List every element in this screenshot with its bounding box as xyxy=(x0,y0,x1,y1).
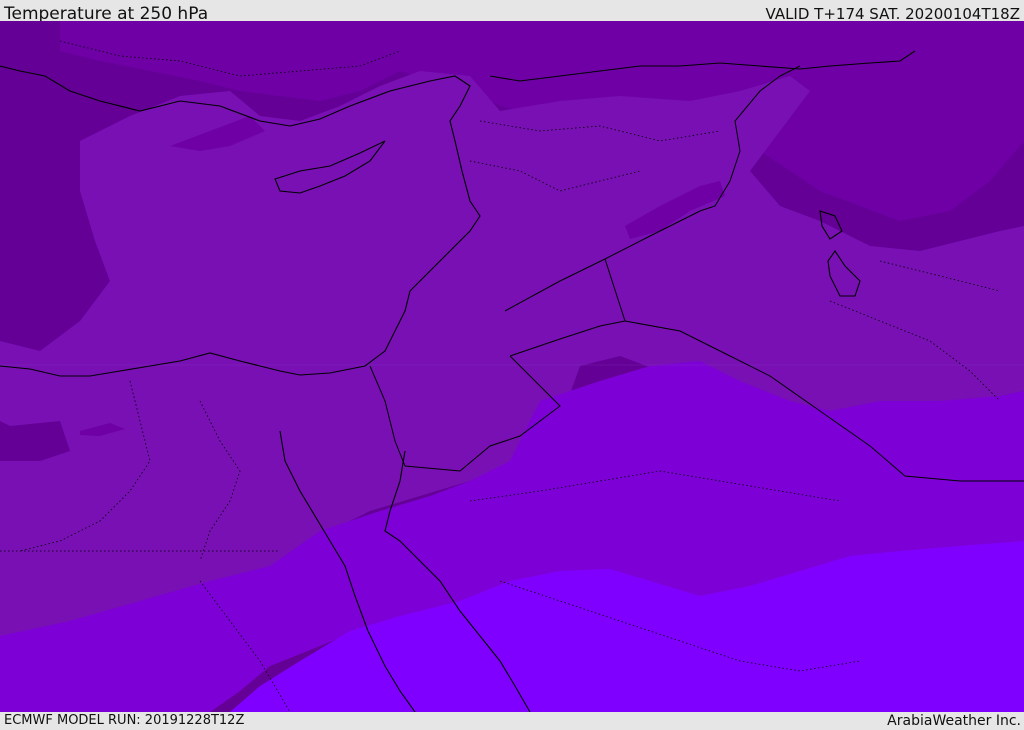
footer-bar: ECMWF MODEL RUN: 20191228T12Z ArabiaWeat… xyxy=(0,712,1024,729)
header-bar: Temperature at 250 hPa VALID T+174 SAT. … xyxy=(0,0,1024,24)
credit-label: ArabiaWeather Inc. xyxy=(887,713,1021,729)
model-run-label: ECMWF MODEL RUN: 20191228T12Z xyxy=(4,713,245,728)
temperature-map[interactable] xyxy=(0,21,1024,712)
